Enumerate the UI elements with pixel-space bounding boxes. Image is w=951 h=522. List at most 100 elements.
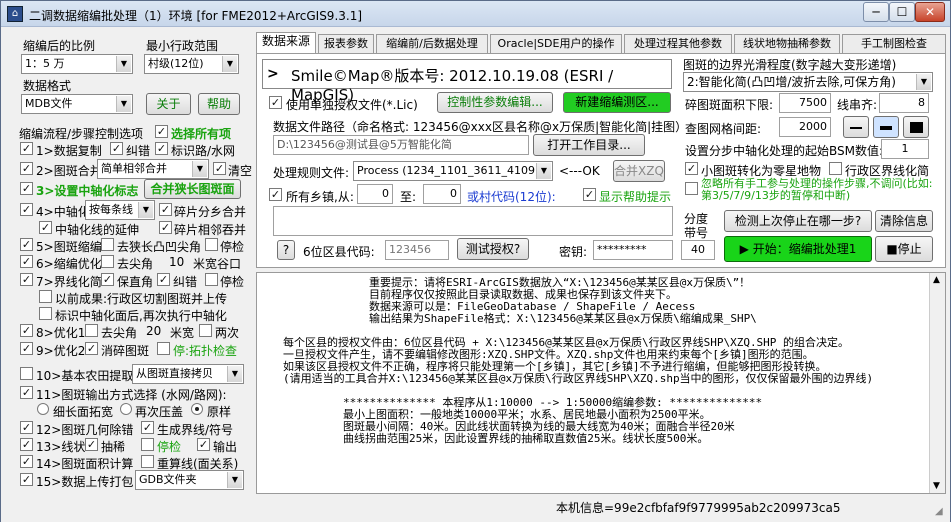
help-button[interactable]: 帮助 <box>198 93 240 115</box>
step6-width-value[interactable]: 10 <box>169 255 184 269</box>
step4-mode-select[interactable]: 按每条线 ▼ <box>85 200 155 220</box>
merge-xzq-button[interactable]: 合并XZQ <box>613 160 665 182</box>
step15-checkbox[interactable]: ✓ <box>20 473 33 486</box>
smoothness-select[interactable]: 2:智能化简(凸凹增/波折去除,可保方角) ▼ <box>683 72 933 92</box>
format-select[interactable]: MDB文件 ▼ <box>21 94 133 114</box>
test-license-button[interactable]: 测试授权? <box>457 238 529 260</box>
tab-manual-check[interactable]: 手工制图检查 <box>842 34 946 53</box>
line-thin-button[interactable] <box>843 116 869 138</box>
step1-fix-checkbox[interactable]: ✓ <box>110 142 123 155</box>
step6-corner-checkbox[interactable] <box>101 255 114 268</box>
open-dir-button[interactable]: 打开工作目录... <box>533 134 645 156</box>
from-input[interactable]: 0 <box>357 184 393 204</box>
step2-clear-checkbox[interactable]: ✓ <box>213 162 226 175</box>
step14-checkbox[interactable]: ✓ <box>20 455 33 468</box>
stop-button[interactable]: ■停止 <box>875 236 933 262</box>
new-region-button[interactable]: 新建缩编测区... <box>563 92 671 113</box>
merge-narrow-button[interactable]: 合并狭长图斑面 <box>144 179 241 199</box>
step12-checkbox[interactable]: ✓ <box>20 421 33 434</box>
select-all-checkbox[interactable]: ✓ <box>155 125 168 138</box>
scroll-up-icon[interactable]: ▲ <box>933 275 940 285</box>
step5-corner-checkbox[interactable] <box>101 238 114 251</box>
step9-checkbox[interactable]: ✓ <box>20 342 33 355</box>
clear-info-button[interactable]: 清除信息 <box>875 210 933 232</box>
line-thick-button[interactable] <box>903 116 929 138</box>
step9-fragment-checkbox[interactable]: ✓ <box>85 342 98 355</box>
overlay-radio[interactable] <box>120 403 132 415</box>
step4-extend-checkbox[interactable]: ✓ <box>39 221 52 234</box>
step8-checkbox[interactable]: ✓ <box>20 324 33 337</box>
step7-repeat-checkbox[interactable] <box>39 307 52 320</box>
to-input[interactable]: 0 <box>423 184 461 204</box>
minimize-button[interactable]: ─ <box>863 2 889 22</box>
zone-input[interactable]: 40 <box>681 240 715 260</box>
step10-checkbox[interactable] <box>20 367 33 380</box>
step7-previous-checkbox[interactable] <box>39 290 52 303</box>
step6-checkbox[interactable]: ✓ <box>20 255 33 268</box>
start-button[interactable]: ▶ 开始：缩编批处理1 <box>724 236 872 262</box>
scroll-down-icon[interactable]: ▼ <box>933 481 940 491</box>
tab-report-params[interactable]: 报表参数 <box>318 34 374 53</box>
show-help-checkbox[interactable]: ✓ <box>583 188 596 201</box>
grid-input[interactable]: 2000 <box>779 117 831 137</box>
step7-right-angle-checkbox[interactable]: ✓ <box>101 273 114 286</box>
step5-stop-checkbox[interactable] <box>205 238 218 251</box>
step8-twice-checkbox[interactable] <box>199 324 212 337</box>
single-license-checkbox[interactable]: ✓ <box>269 96 282 109</box>
step4-fragment-checkbox[interactable]: ✓ <box>159 203 172 216</box>
control-params-button[interactable]: 控制性参数编辑... <box>437 92 553 113</box>
step14-recalc-checkbox[interactable] <box>141 455 154 468</box>
step13-thin-checkbox[interactable]: ✓ <box>85 438 98 451</box>
info-vertical-scrollbar[interactable]: ▲ ▼ <box>929 273 945 493</box>
step11-checkbox[interactable]: ✓ <box>20 386 33 399</box>
help-question-button[interactable]: ? <box>277 240 295 260</box>
step2-merge-select[interactable]: 简单相邻合并 ▼ <box>97 159 209 179</box>
step1-checkbox[interactable]: ✓ <box>20 142 33 155</box>
tab-other-params[interactable]: 处理过程其他参数 <box>624 34 732 53</box>
tab-thinning-params[interactable]: 线状地物抽稀参数 <box>734 34 840 53</box>
info-text-area[interactable]: 重要提示：请将ESRI-ArcGIS数据放入“X:\123456@某某区县@x万… <box>256 272 946 494</box>
widen-radio[interactable] <box>37 403 49 415</box>
title-bar[interactable]: ⌂ 二调数据缩编批处理（1）环境 [for FME2012+ArcGIS9.3.… <box>1 1 950 27</box>
step3-checkbox[interactable]: ✓ <box>20 182 33 195</box>
step13-stop-checkbox[interactable] <box>141 438 154 451</box>
line-align-input[interactable]: 8 <box>879 93 929 113</box>
step7-checkbox[interactable]: ✓ <box>20 273 33 286</box>
admin-simplify-checkbox[interactable] <box>829 162 842 175</box>
step4-checkbox[interactable]: ✓ <box>20 203 33 216</box>
step12-generate-checkbox[interactable]: ✓ <box>141 421 154 434</box>
about-button[interactable]: 关于 <box>146 93 191 115</box>
step7-fix-checkbox[interactable]: ✓ <box>157 273 170 286</box>
key-input[interactable]: ********* <box>593 240 673 260</box>
step10-source-select[interactable]: 从图斑直接拷贝 ▼ <box>132 364 244 384</box>
step7-stop-checkbox[interactable] <box>205 273 218 286</box>
close-button[interactable]: ✕ <box>915 2 945 22</box>
county-code-input[interactable]: 123456 <box>385 240 449 260</box>
step8-width-value[interactable]: 20 <box>146 324 161 338</box>
maximize-button[interactable]: ☐ <box>889 2 915 22</box>
step1-mark-checkbox[interactable]: ✓ <box>155 142 168 155</box>
tab-data-source[interactable]: 数据来源 <box>256 32 316 54</box>
scale-select[interactable]: 1：5 万 ▼ <box>21 54 133 74</box>
min-area-input[interactable]: 7500 <box>779 93 831 113</box>
step13-checkbox[interactable]: ✓ <box>20 438 33 451</box>
resize-grip-icon[interactable]: ◢ <box>935 506 943 517</box>
step8-corner-checkbox[interactable] <box>85 324 98 337</box>
check-last-stop-button[interactable]: 检测上次停止在哪一步? <box>724 210 872 232</box>
bsm-input[interactable]: 1 <box>881 139 929 159</box>
step4-swallow-checkbox[interactable]: ✓ <box>159 221 172 234</box>
line-medium-button[interactable] <box>873 116 899 138</box>
small-parcel-checkbox[interactable]: ✓ <box>685 162 698 175</box>
all-towns-checkbox[interactable]: ✓ <box>269 188 282 201</box>
step13-output-checkbox[interactable]: ✓ <box>197 438 210 451</box>
tab-pre-post[interactable]: 缩编前/后数据处理 <box>376 34 488 53</box>
step5-checkbox[interactable]: ✓ <box>20 238 33 251</box>
ignore-manual-checkbox[interactable] <box>685 182 698 195</box>
extra-input[interactable] <box>273 206 673 236</box>
original-radio[interactable] <box>191 403 203 415</box>
admin-range-select[interactable]: 村级(12位) ▼ <box>144 54 239 74</box>
tab-oracle-sde[interactable]: Oracle|SDE用户的操作 <box>490 34 622 53</box>
step15-format-select[interactable]: GDB文件夹 ▼ <box>135 470 244 490</box>
path-input[interactable]: D:\123456@测试县@5万智能化简 <box>273 135 529 155</box>
step2-checkbox[interactable]: ✓ <box>20 162 33 175</box>
